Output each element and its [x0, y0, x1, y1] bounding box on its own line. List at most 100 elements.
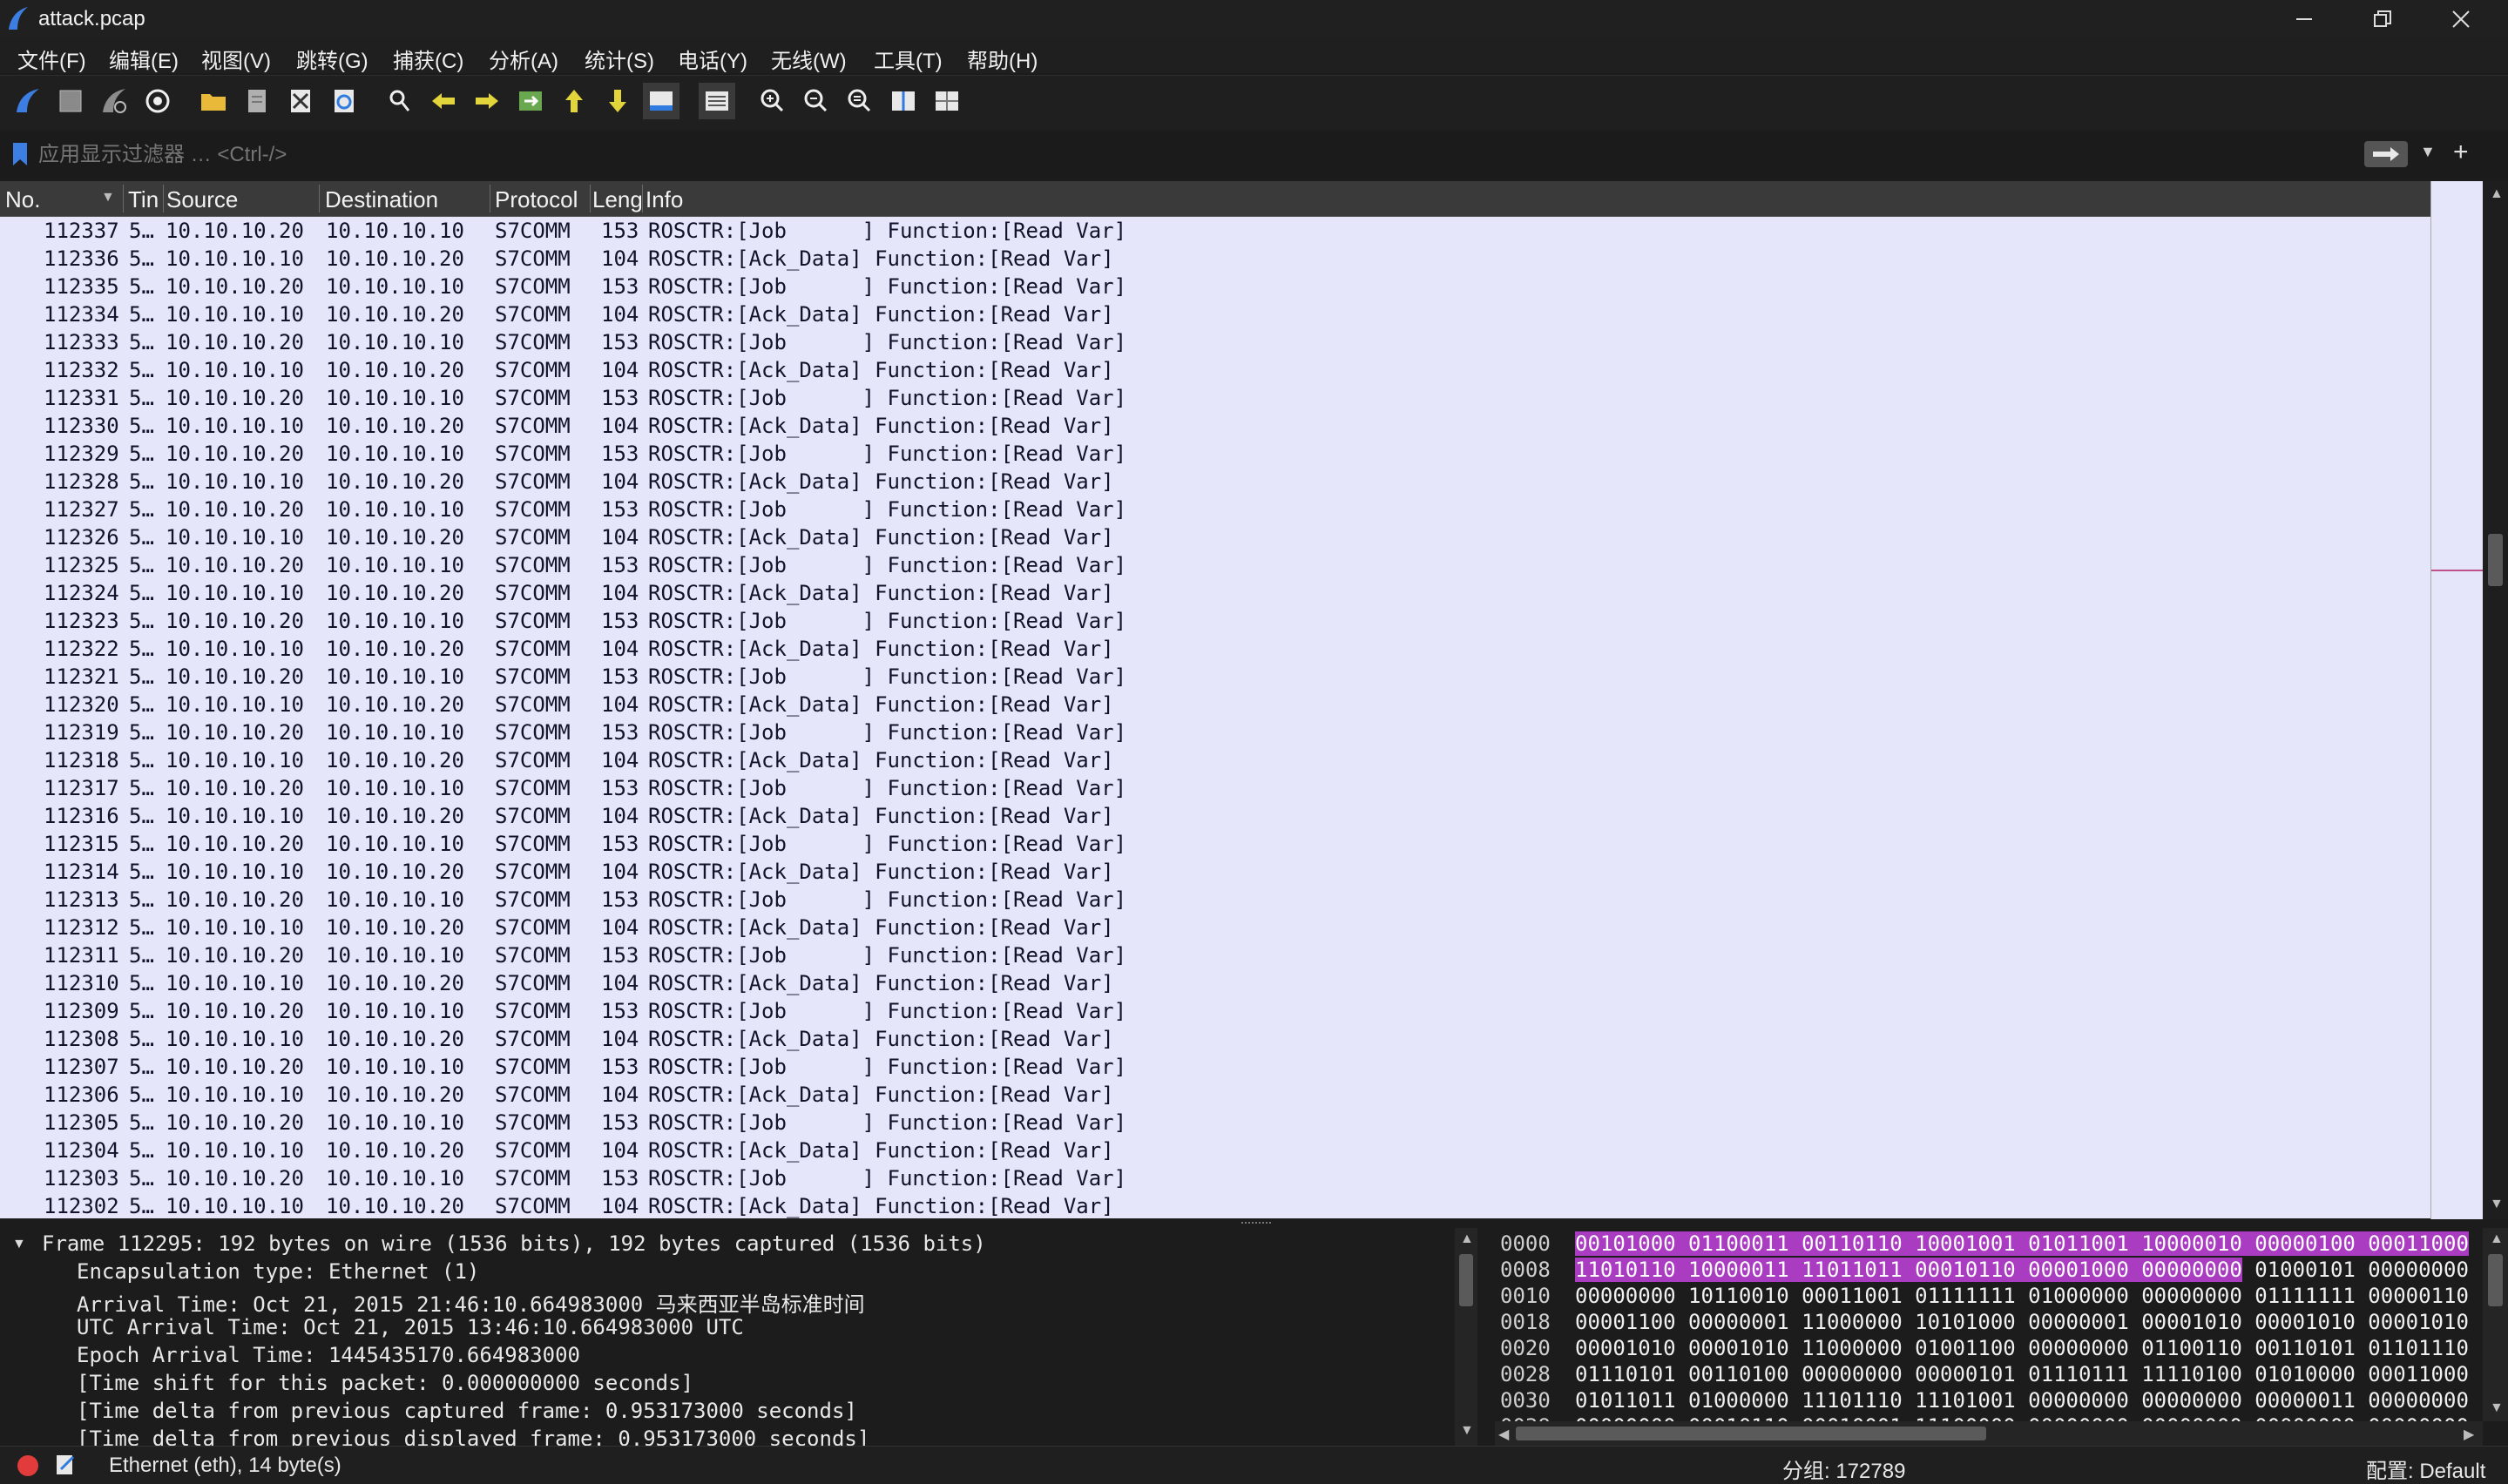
packet-row[interactable]: 112319 5… 10.10.10.20 10.10.10.10 S7COMM 153 R… [0, 718, 2430, 746]
packet-row[interactable]: 112313 5… 10.10.10.20 10.10.10.10 S7COMM 153 R… [0, 886, 2430, 914]
find-packet-button[interactable] [382, 83, 418, 119]
packet-list-minimap[interactable] [2430, 181, 2484, 1219]
detail-line[interactable]: [Time delta from previous captured frame… [77, 1399, 857, 1423]
detail-line[interactable]: UTC Arrival Time: Oct 21, 2015 13:46:10.… [77, 1315, 744, 1339]
packet-row[interactable]: 112324 5… 10.10.10.10 10.10.10.20 S7COMM 104 R… [0, 579, 2430, 607]
go-forward-button[interactable] [469, 83, 505, 119]
menu-capture[interactable]: 捕获(C) [393, 44, 463, 74]
packet-row[interactable]: 112305 5… 10.10.10.20 10.10.10.10 S7COMM 153 R… [0, 1109, 2430, 1137]
last-packet-button[interactable] [599, 83, 636, 119]
packet-row[interactable]: 112315 5… 10.10.10.20 10.10.10.10 S7COMM 153 R… [0, 830, 2430, 858]
scroll-down-icon[interactable]: ▼ [2490, 1400, 2504, 1416]
packet-list-scrollbar[interactable]: ▲ ▼ [2483, 181, 2508, 1219]
packet-row[interactable]: 112333 5… 10.10.10.20 10.10.10.10 S7COMM 153 R… [0, 328, 2430, 356]
splitter-grip[interactable] [1241, 1222, 1271, 1227]
menu-file[interactable]: 文件(F) [17, 44, 86, 74]
zoom-out-button[interactable] [798, 83, 835, 119]
resize-columns-button[interactable] [885, 83, 922, 119]
restart-capture-button[interactable] [96, 83, 132, 119]
stop-capture-button[interactable] [52, 83, 89, 119]
packet-row[interactable]: 112318 5… 10.10.10.10 10.10.10.20 S7COMM 104 R… [0, 746, 2430, 774]
start-capture-button[interactable] [10, 83, 46, 119]
packet-count-status[interactable]: 分组: 172789 [1782, 1454, 1905, 1484]
packet-bytes-pane[interactable]: 0000 00101000 01100011 00110110 10001001 … [1495, 1228, 2483, 1421]
packet-row[interactable]: 112312 5… 10.10.10.10 10.10.10.20 S7COMM 104 R… [0, 914, 2430, 941]
tree-expanded-icon[interactable]: ▼ [12, 1237, 26, 1252]
scroll-up-icon[interactable]: ▲ [1460, 1231, 1474, 1247]
menu-go[interactable]: 跳转(G) [296, 44, 368, 74]
packet-row[interactable]: 112328 5… 10.10.10.10 10.10.10.20 S7COMM 104 R… [0, 468, 2430, 496]
packet-row[interactable]: 112325 5… 10.10.10.20 10.10.10.10 S7COMM 153 R… [0, 551, 2430, 579]
menu-telephony[interactable]: 电话(Y) [678, 44, 747, 74]
go-back-button[interactable] [425, 83, 462, 119]
packet-row[interactable]: 112337 5… 10.10.10.20 10.10.10.10 S7COMM 153 R… [0, 217, 2430, 245]
bytes-horizontal-scrollbar[interactable]: ◀ ▶ [1495, 1421, 2483, 1446]
scrollbar-thumb[interactable] [1516, 1427, 1986, 1440]
packet-row[interactable]: 112331 5… 10.10.10.20 10.10.10.10 S7COMM 153 R… [0, 384, 2430, 412]
bytes-row[interactable]: 0028 01110101 00110100 00000000 00000101 … [1495, 1360, 2483, 1386]
pane-splitter[interactable] [0, 1219, 2508, 1228]
zoom-in-button[interactable] [754, 83, 791, 119]
packet-list[interactable]: 112337 5… 10.10.10.20 10.10.10.10 S7COMM 153 R… [0, 217, 2430, 1218]
packet-row[interactable]: 112304 5… 10.10.10.10 10.10.10.20 S7COMM 104 R… [0, 1137, 2430, 1164]
add-filter-button[interactable]: + [2453, 138, 2469, 167]
bytes-vertical-scrollbar[interactable]: ▲ ▼ [2483, 1228, 2508, 1421]
packet-row[interactable]: 112316 5… 10.10.10.10 10.10.10.20 S7COMM 104 R… [0, 802, 2430, 830]
bytes-row[interactable]: 0030 01011011 01000000 11101110 11101001 … [1495, 1386, 2483, 1413]
scroll-left-icon[interactable]: ◀ [1498, 1426, 1509, 1443]
menu-edit[interactable]: 编辑(E) [109, 44, 179, 74]
packet-row[interactable]: 112332 5… 10.10.10.10 10.10.10.20 S7COMM 104 R… [0, 356, 2430, 384]
packet-row[interactable]: 112309 5… 10.10.10.20 10.10.10.10 S7COMM 153 R… [0, 997, 2430, 1025]
bytes-row[interactable]: 0038 00000000 00010110 00010001 11100000 … [1495, 1413, 2483, 1421]
detail-line[interactable]: Encapsulation type: Ethernet (1) [77, 1259, 479, 1284]
scrollbar-thumb[interactable] [1459, 1254, 1473, 1306]
restore-button[interactable] [2343, 0, 2422, 38]
packet-row[interactable]: 112314 5… 10.10.10.10 10.10.10.20 S7COMM 104 R… [0, 858, 2430, 886]
detail-line[interactable]: Arrival Time: Oct 21, 2015 21:46:10.6649… [77, 1287, 865, 1318]
colorize-button[interactable] [699, 83, 735, 119]
menu-statistics[interactable]: 统计(S) [585, 44, 654, 74]
column-source[interactable]: Source [166, 186, 314, 213]
bytes-row[interactable]: 0008 11010110 10000011 11011011 00010110 … [1495, 1256, 2483, 1282]
packet-row[interactable]: 112335 5… 10.10.10.20 10.10.10.10 S7COMM 153 R… [0, 273, 2430, 300]
bytes-row[interactable]: 0018 00001100 00000001 11000000 10101000 … [1495, 1308, 2483, 1334]
scroll-down-icon[interactable]: ▼ [2490, 1197, 2504, 1212]
column-no[interactable]: No. [5, 186, 92, 213]
scroll-up-icon[interactable]: ▲ [2490, 186, 2504, 202]
bytes-row[interactable]: 0010 00000000 10110010 00011001 01111111 … [1495, 1282, 2483, 1308]
bytes-row[interactable]: 0020 00001010 00001010 11000000 01001100 … [1495, 1334, 2483, 1360]
zoom-normal-button[interactable] [842, 83, 878, 119]
packet-row[interactable]: 112334 5… 10.10.10.10 10.10.10.20 S7COMM 104 R… [0, 300, 2430, 328]
column-info[interactable]: Info [646, 186, 820, 213]
save-file-button[interactable] [239, 83, 275, 119]
frame-summary-line[interactable]: Frame 112295: 192 bytes on wire (1536 bi… [42, 1231, 986, 1256]
packet-row[interactable]: 112320 5… 10.10.10.10 10.10.10.20 S7COMM 104 R… [0, 691, 2430, 718]
packet-row[interactable]: 112302 5… 10.10.10.10 10.10.10.20 S7COMM 104 R… [0, 1192, 2430, 1218]
filter-bookmark-icon[interactable] [10, 141, 30, 167]
column-length[interactable]: Leng [592, 186, 641, 213]
detail-line[interactable]: Epoch Arrival Time: 1445435170.664983000 [77, 1343, 580, 1367]
capture-options-button[interactable] [139, 83, 176, 119]
scroll-down-icon[interactable]: ▼ [1460, 1423, 1474, 1439]
scroll-right-icon[interactable]: ▶ [2464, 1426, 2474, 1443]
packet-row[interactable]: 112321 5… 10.10.10.20 10.10.10.10 S7COMM 153 R… [0, 663, 2430, 691]
menu-view[interactable]: 视图(V) [201, 44, 271, 74]
filter-history-dropdown[interactable]: ▼ [2420, 143, 2436, 161]
menu-help[interactable]: 帮助(H) [967, 44, 1038, 74]
menu-wireless[interactable]: 无线(W) [771, 44, 847, 74]
packet-row[interactable]: 112326 5… 10.10.10.10 10.10.10.20 S7COMM 104 R… [0, 523, 2430, 551]
packet-row[interactable]: 112307 5… 10.10.10.20 10.10.10.10 S7COMM 153 R… [0, 1053, 2430, 1081]
packet-details-pane[interactable]: ▼ Frame 112295: 192 bytes on wire (1536 … [0, 1228, 1455, 1446]
packet-row[interactable]: 112310 5… 10.10.10.10 10.10.10.20 S7COMM 104 R… [0, 969, 2430, 997]
packet-row[interactable]: 112330 5… 10.10.10.10 10.10.10.20 S7COMM 104 R… [0, 412, 2430, 440]
packet-row[interactable]: 112336 5… 10.10.10.10 10.10.10.20 S7COMM 104 R… [0, 245, 2430, 273]
column-time[interactable]: Tin [128, 186, 161, 213]
packet-row[interactable]: 112308 5… 10.10.10.10 10.10.10.20 S7COMM 104 R… [0, 1025, 2430, 1053]
menu-analyze[interactable]: 分析(A) [489, 44, 558, 74]
scrollbar-thumb[interactable] [2488, 534, 2503, 586]
packet-row[interactable]: 112323 5… 10.10.10.20 10.10.10.10 S7COMM 153 R… [0, 607, 2430, 635]
packet-row[interactable]: 112317 5… 10.10.10.20 10.10.10.10 S7COMM 153 R… [0, 774, 2430, 802]
scrollbar-thumb[interactable] [2488, 1254, 2503, 1306]
packet-row[interactable]: 112311 5… 10.10.10.20 10.10.10.10 S7COMM 153 R… [0, 941, 2430, 969]
layout-button[interactable] [929, 83, 965, 119]
